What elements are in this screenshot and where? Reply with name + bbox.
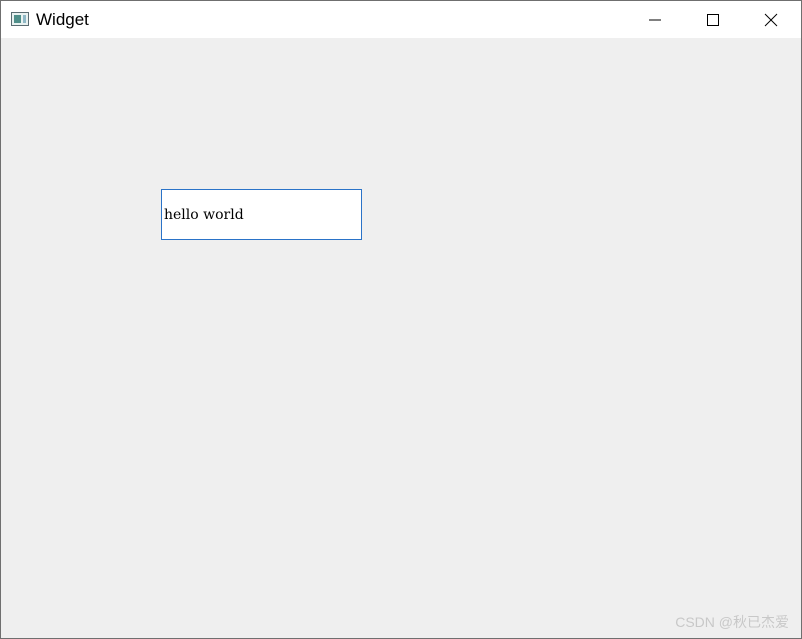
- window-title: Widget: [36, 10, 89, 29]
- maximize-icon: [707, 13, 719, 26]
- close-icon: [764, 13, 778, 26]
- minimize-button[interactable]: [626, 1, 684, 38]
- window-client-area: hello world CSDN @秋已杰爱: [1, 38, 801, 638]
- minimize-icon: [649, 19, 661, 20]
- app-icon: [11, 12, 29, 26]
- close-button[interactable]: [742, 1, 800, 38]
- app-window: Widget hello world CSDN @秋已杰爱: [0, 0, 802, 639]
- title-bar[interactable]: Widget: [1, 1, 801, 38]
- maximize-button[interactable]: [684, 1, 742, 38]
- text-field[interactable]: hello world: [161, 189, 362, 240]
- watermark: CSDN @秋已杰爱: [675, 614, 789, 630]
